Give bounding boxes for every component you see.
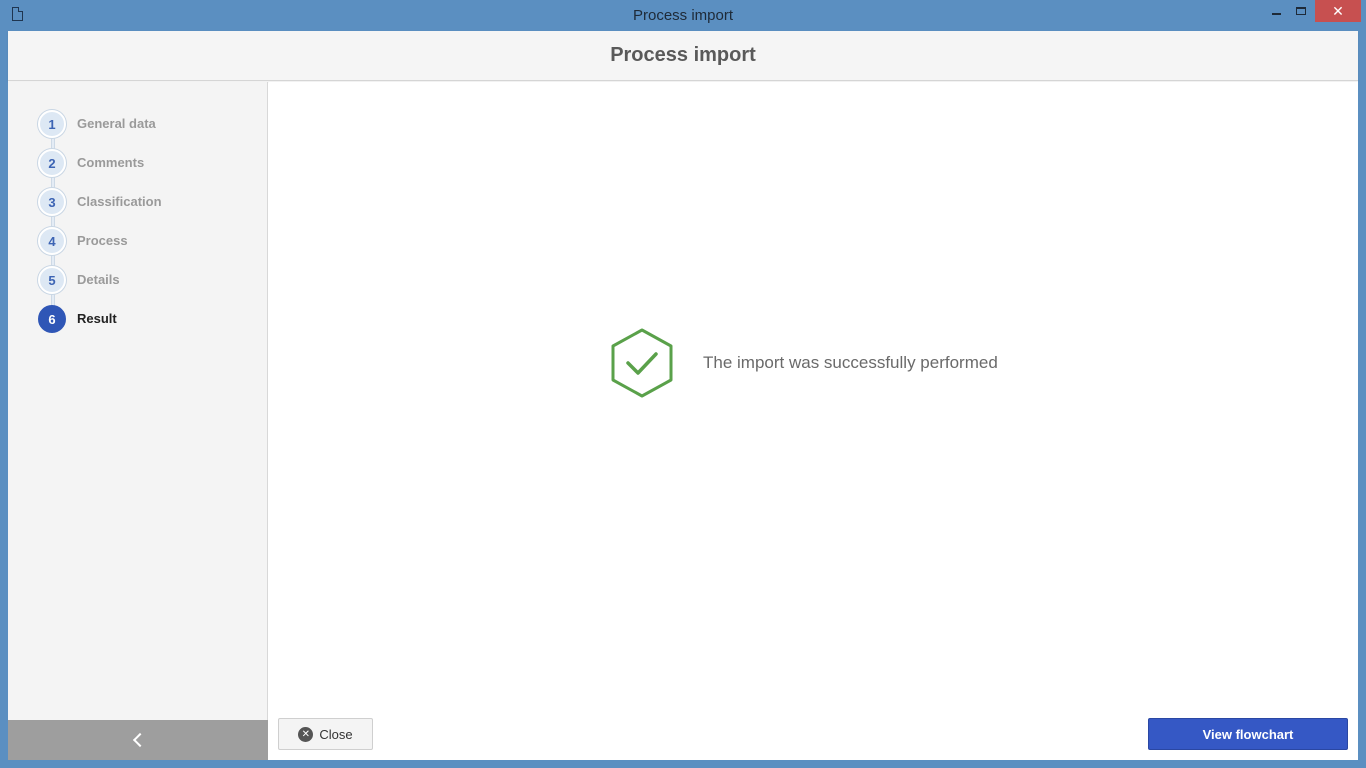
step-number: 6 (38, 305, 66, 333)
step-label: Comments (77, 155, 145, 170)
step-label: Result (77, 311, 117, 326)
step-number: 1 (38, 110, 66, 138)
window-title: Process import (632, 7, 734, 24)
result-panel: The import was successfully performed (609, 327, 998, 399)
step-label: Details (77, 272, 120, 287)
step-process[interactable]: 4 Process (38, 227, 162, 266)
collapse-sidebar-button[interactable] (8, 720, 268, 760)
step-number: 4 (38, 227, 66, 255)
step-classification[interactable]: 3 Classification (38, 188, 162, 227)
main-content: The import was successfully performed ✕ … (269, 82, 1358, 760)
page-header: Process import (8, 31, 1358, 81)
close-button-label: Close (319, 726, 353, 742)
step-label: General data (77, 116, 156, 131)
step-comments[interactable]: 2 Comments (38, 149, 162, 188)
step-number: 3 (38, 188, 66, 216)
view-flowchart-button[interactable]: View flowchart (1148, 718, 1348, 750)
window-titlebar: Process import ✕ (0, 0, 1366, 31)
wizard-sidebar: 1 General data 2 Comments 3 Classificati… (8, 82, 268, 760)
close-icon: ✕ (1332, 2, 1344, 19)
step-label: Process (77, 233, 128, 248)
step-number: 2 (38, 149, 66, 177)
maximize-icon (1296, 7, 1306, 15)
wizard-steps: 1 General data 2 Comments 3 Classificati… (38, 110, 162, 344)
step-number: 5 (38, 266, 66, 294)
view-flowchart-label: View flowchart (1202, 726, 1294, 742)
step-result[interactable]: 6 Result (38, 305, 162, 344)
hexagon-check-icon (611, 328, 673, 398)
close-button[interactable]: ✕ Close (278, 718, 373, 750)
step-general-data[interactable]: 1 General data (38, 110, 162, 149)
close-window-button[interactable]: ✕ (1315, 0, 1361, 22)
maximize-button[interactable] (1287, 0, 1315, 22)
result-message: The import was successfully performed (703, 353, 998, 372)
minimize-icon (1271, 13, 1281, 15)
minimize-button[interactable] (1262, 0, 1290, 22)
step-label: Classification (77, 194, 162, 209)
page-title: Process import (610, 44, 756, 66)
chevron-left-icon (132, 732, 148, 748)
window-client: Process import 1 General data 2 Comments… (8, 31, 1358, 760)
close-circle-icon: ✕ (298, 726, 314, 742)
step-details[interactable]: 5 Details (38, 266, 162, 305)
